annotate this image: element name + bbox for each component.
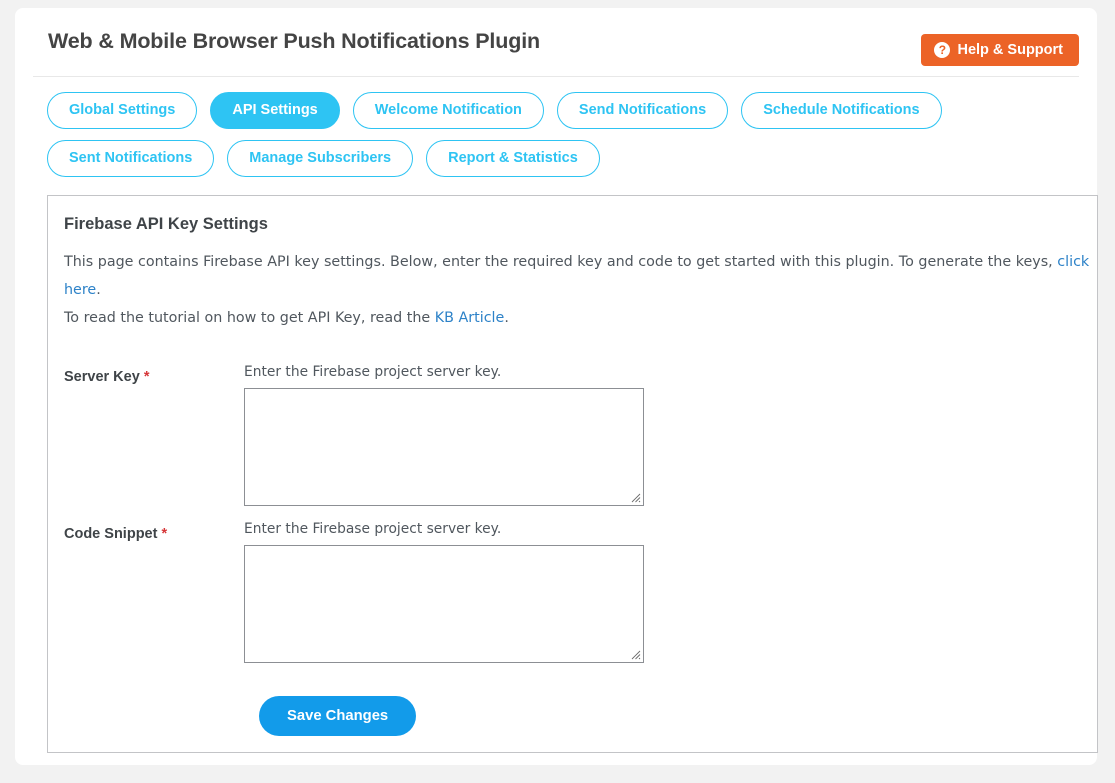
required-asterisk: * (143, 369, 150, 385)
required-asterisk: * (161, 526, 168, 542)
page-title: Web & Mobile Browser Push Notifications … (48, 29, 541, 53)
server-key-input[interactable] (244, 388, 644, 506)
help-and-support-label: Help & Support (957, 42, 1063, 58)
form-row-server-key: Server Key * Enter the Firebase project … (48, 364, 1097, 506)
code-snippet-input-wrap (244, 545, 644, 663)
plugin-card: Web & Mobile Browser Push Notifications … (15, 8, 1098, 765)
save-changes-button[interactable]: Save Changes (259, 696, 417, 736)
description-line-2-text: To read the tutorial on how to get API K… (64, 310, 435, 326)
description-line-2-period: . (504, 310, 509, 326)
kb-article-link[interactable]: KB Article (435, 310, 505, 326)
panel-title: Firebase API Key Settings (64, 215, 268, 233)
tab-api-settings[interactable]: API Settings (210, 92, 340, 129)
tab-welcome-notification[interactable]: Welcome Notification (352, 92, 544, 129)
question-circle-icon: ? (934, 42, 951, 58)
panel-description: This page contains Firebase API key sett… (64, 248, 1097, 332)
code-snippet-control: Enter the Firebase project server key. (244, 521, 1097, 663)
description-line-1: This page contains Firebase API key sett… (64, 248, 1097, 304)
tab-schedule-notifications[interactable]: Schedule Notifications (741, 92, 942, 129)
code-snippet-label-text: Code Snippet (64, 526, 158, 542)
tab-sent-notifications[interactable]: Sent Notifications (47, 140, 215, 177)
api-settings-panel: Firebase API Key Settings This page cont… (47, 195, 1098, 753)
description-line-2: To read the tutorial on how to get API K… (64, 304, 1097, 332)
page-header: Web & Mobile Browser Push Notifications … (33, 8, 1079, 77)
code-snippet-input[interactable] (244, 545, 644, 663)
description-line-1-period: . (96, 282, 101, 298)
tab-send-notifications[interactable]: Send Notifications (556, 92, 729, 129)
description-line-1-text: This page contains Firebase API key sett… (64, 254, 1058, 270)
tab-global-settings[interactable]: Global Settings (47, 92, 198, 129)
form-row-code-snippet: Code Snippet * Enter the Firebase projec… (48, 521, 1097, 663)
server-key-label-text: Server Key (64, 369, 140, 385)
server-key-control: Enter the Firebase project server key. (244, 364, 1097, 506)
tab-report-and-statistics[interactable]: Report & Statistics (426, 140, 600, 177)
code-snippet-help-text: Enter the Firebase project server key. (244, 521, 502, 537)
help-and-support-button[interactable]: ? Help & Support (921, 34, 1079, 66)
tab-manage-subscribers[interactable]: Manage Subscribers (227, 140, 414, 177)
tab-bar: Global Settings API Settings Welcome Not… (33, 92, 977, 177)
server-key-input-wrap (244, 388, 644, 506)
code-snippet-label: Code Snippet * (48, 521, 244, 542)
save-row: Save Changes (48, 696, 1097, 736)
server-key-help-text: Enter the Firebase project server key. (244, 364, 502, 380)
api-settings-form: Server Key * Enter the Firebase project … (48, 364, 1097, 736)
server-key-label: Server Key * (48, 364, 244, 385)
